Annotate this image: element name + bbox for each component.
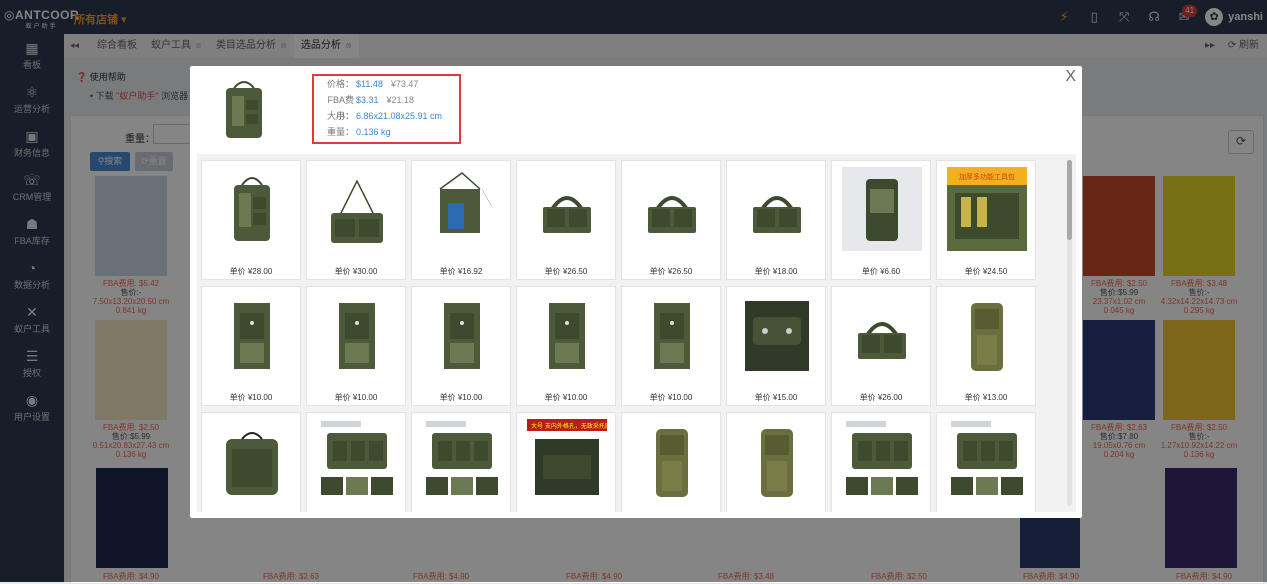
- info-value: $3.31: [356, 95, 379, 105]
- info-value-cny: ¥73.47: [390, 79, 419, 89]
- product-image: [234, 303, 270, 369]
- product-image: [842, 167, 922, 251]
- similar-product-card[interactable]: 单价 ¥16.92: [411, 160, 511, 280]
- scrollbar[interactable]: [1067, 160, 1072, 506]
- similar-product-card[interactable]: 单价 ¥26.50: [516, 160, 616, 280]
- unit-price: 单价 ¥28.00: [229, 267, 273, 276]
- product-image: [951, 421, 1023, 495]
- fba-row: FBA费用： $3.31 ¥21.18: [314, 92, 459, 121]
- similar-product-card[interactable]: [936, 412, 1036, 512]
- info-value: 0.136 kg: [356, 127, 391, 137]
- unit-price: 单价 ¥18.00: [754, 267, 798, 276]
- product-image: [439, 172, 493, 233]
- product-info-box: 价格： $11.48 ¥73.47 FBA费用： $3.31 ¥21.18 大小： 6.8…: [312, 74, 461, 144]
- product-image: [753, 196, 801, 233]
- similar-product-card[interactable]: 单价 ¥15.00: [726, 286, 826, 406]
- similar-product-card[interactable]: [621, 412, 721, 512]
- info-key: 重量：: [326, 127, 354, 137]
- info-value: 6.86x21.08x25.91 cm: [356, 111, 443, 121]
- svg-text:加厚多功能工具包: 加厚多功能工具包: [959, 172, 1015, 181]
- unit-price: 单价 ¥26.00: [859, 393, 903, 402]
- info-key: 大小：: [326, 111, 354, 121]
- similar-products-grid: 单价 ¥28.00 单价 ¥30.00 单价 ¥16.92 单价 ¥26.50 单价 ¥…: [201, 160, 1036, 512]
- product-image: [648, 196, 696, 233]
- info-value-cny: ¥21.18: [386, 95, 415, 105]
- product-image: [656, 429, 688, 497]
- similar-product-card[interactable]: 单价 ¥18.00: [726, 160, 826, 280]
- size-row: 大小： 6.86x21.08x25.91 cm: [314, 108, 459, 124]
- similar-product-card[interactable]: 单价 ¥10.00: [306, 286, 406, 406]
- info-key: FBA费用：: [327, 95, 354, 121]
- unit-price: 单价 ¥26.50: [649, 267, 693, 276]
- similar-product-card[interactable]: 单价 ¥30.00: [306, 160, 406, 280]
- product-image: 大号 支内外格孔，无政采托底: [527, 419, 607, 495]
- similar-product-card[interactable]: [726, 412, 826, 512]
- product-image: [654, 303, 690, 369]
- product-thumbnail: [226, 81, 262, 138]
- product-image: [226, 432, 278, 495]
- product-image: [549, 303, 585, 369]
- similar-product-card[interactable]: 单价 ¥10.00: [516, 286, 616, 406]
- similar-product-card[interactable]: 单价 ¥13.00: [936, 286, 1036, 406]
- similar-product-card[interactable]: 单价 ¥26.50: [621, 160, 721, 280]
- unit-price: 单价 ¥10.00: [649, 393, 693, 402]
- product-image: [846, 421, 918, 495]
- product-image: [339, 303, 375, 369]
- unit-price: 单价 ¥10.00: [334, 393, 378, 402]
- unit-price: 单价 ¥30.00: [334, 267, 378, 276]
- similar-product-card[interactable]: 单价 ¥6.60: [831, 160, 931, 280]
- unit-price: 单价 ¥6.60: [861, 267, 901, 276]
- unit-price: 单价 ¥15.00: [754, 393, 798, 402]
- similar-product-card[interactable]: [831, 412, 931, 512]
- similar-product-card[interactable]: 单价 ¥10.00: [201, 286, 301, 406]
- scrollbar-thumb[interactable]: [1067, 160, 1072, 240]
- similar-product-card[interactable]: [201, 412, 301, 512]
- product-detail-modal: X 价格： $11.48 ¥73.47 FBA费用： $3.31 ¥21.18 大小： 6…: [190, 66, 1082, 518]
- product-image: [444, 303, 480, 369]
- product-image: [761, 429, 793, 497]
- product-image: 加厚多功能工具包: [947, 167, 1027, 251]
- product-image: [971, 303, 1003, 371]
- similar-products-area[interactable]: 单价 ¥28.00 单价 ¥30.00 单价 ¥16.92 单价 ¥26.50 单价 ¥…: [197, 154, 1076, 512]
- price-row: 价格： $11.48 ¥73.47: [314, 76, 459, 92]
- product-image: [331, 179, 383, 243]
- similar-product-card[interactable]: 加厚多功能工具包 单价 ¥24.50: [936, 160, 1036, 280]
- info-key: 价格：: [326, 79, 354, 89]
- unit-price: 单价 ¥16.92: [439, 267, 483, 276]
- product-image: [858, 322, 906, 359]
- unit-price: 单价 ¥26.50: [544, 267, 588, 276]
- similar-product-card[interactable]: 大号 支内外格孔，无政采托底: [516, 412, 616, 512]
- similar-product-card[interactable]: [306, 412, 406, 512]
- close-icon[interactable]: X: [1065, 68, 1076, 86]
- product-image: [543, 196, 591, 233]
- similar-product-card[interactable]: [411, 412, 511, 512]
- unit-price: 单价 ¥24.50: [964, 267, 1008, 276]
- product-image: [745, 301, 809, 371]
- similar-product-card[interactable]: 单价 ¥26.00: [831, 286, 931, 406]
- unit-price: 单价 ¥10.00: [544, 393, 588, 402]
- similar-product-card[interactable]: 单价 ¥10.00: [411, 286, 511, 406]
- product-image: [234, 177, 270, 241]
- product-image: [426, 421, 498, 495]
- weight-row: 重量： 0.136 kg: [314, 124, 459, 140]
- similar-product-card[interactable]: 单价 ¥10.00: [621, 286, 721, 406]
- info-value: $11.48: [356, 79, 383, 89]
- similar-product-card[interactable]: 单价 ¥28.00: [201, 160, 301, 280]
- product-image: [321, 421, 393, 495]
- unit-price: 单价 ¥10.00: [439, 393, 483, 402]
- unit-price: 单价 ¥13.00: [964, 393, 1008, 402]
- unit-price: 单价 ¥10.00: [229, 393, 273, 402]
- svg-text:大号 支内外格孔，无政采托底: 大号 支内外格孔，无政采托底: [531, 422, 607, 430]
